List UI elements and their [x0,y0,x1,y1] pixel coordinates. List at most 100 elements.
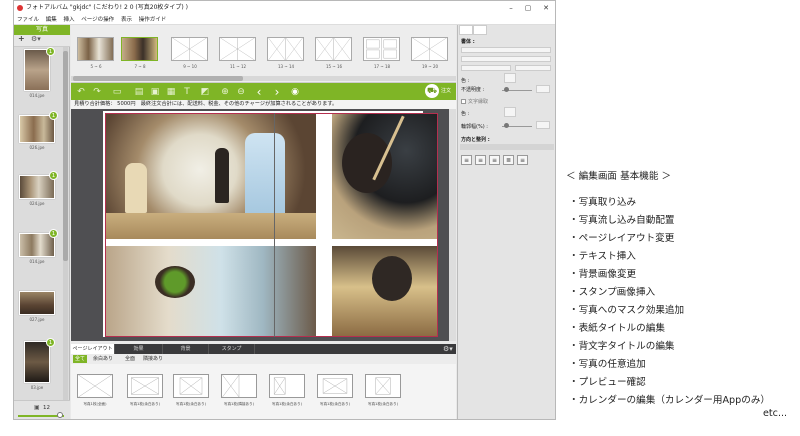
slider-handle[interactable] [504,87,509,92]
photo-list-item[interactable]: 03.jpe 1 [19,338,55,391]
tab-page-layout[interactable]: ページレイアウト [71,344,115,354]
filter-full[interactable]: 全面 [123,355,137,363]
gear-icon[interactable]: ⚙▾ [31,35,41,43]
image-icon[interactable]: ◩ [199,86,211,98]
feature-item: ・カレンダーの編集（カレンダー用Appのみ） [569,395,771,406]
feature-etc: etc... [763,408,788,419]
minimize-button[interactable]: – [504,1,518,15]
spread-thumbnail[interactable]: 17 ~ 18 [363,35,401,72]
layout-option[interactable]: 写真1枚(余白あり) [171,374,211,408]
photo-frame-icon[interactable]: ▣ [149,86,161,98]
menu-edit[interactable]: 編集 [46,17,57,23]
slider-handle[interactable] [57,412,63,418]
tab-effects[interactable]: 効果 [115,344,163,354]
layout-option[interactable]: 写真1枚(余白あり) [125,374,165,408]
justify-icon[interactable]: ≡ [517,155,528,165]
menu-insert[interactable]: 挿入 [64,17,75,23]
layout-option[interactable]: 写真1枚(隣接あり) [219,374,259,408]
font-style-select[interactable] [461,56,551,62]
close-button[interactable]: ✕ [539,1,553,15]
outline-label: 文字縁取 [468,99,489,105]
layout-option[interactable]: 写真1枚(余白あり) [363,374,403,408]
feature-item: ・写真へのマスク効果追加 [569,305,685,316]
photo-panel-footer: ▣ 12 [14,400,70,419]
maximize-button[interactable]: ▢ [521,1,535,15]
photo-count: 12 [43,405,50,411]
redo-icon[interactable]: ↷ [91,86,103,98]
spread-strip-scrollbar[interactable] [71,76,456,81]
zoom-out-icon[interactable]: ⊖ [235,86,247,98]
photo-list-item[interactable]: 024.jpe 1 [19,171,58,207]
align-right-icon[interactable]: ≡ [489,155,500,165]
spread-thumbnail-selected[interactable]: 7 ~ 8 [121,35,159,72]
align-left-icon[interactable]: ≡ [461,155,472,165]
spread-thumbnail[interactable]: 11 ~ 12 [219,35,257,72]
text-color-swatch[interactable] [504,73,516,83]
feature-item: ・背景画像変更 [569,269,637,280]
photo-list-item[interactable]: 014.jpe 1 [19,47,55,99]
outline-checkbox[interactable] [461,99,466,104]
properties-tab[interactable] [459,25,473,35]
feature-item: ・写真流し込み自動配置 [569,215,675,226]
spread-thumbnail[interactable]: 19 ~ 20 [411,35,449,72]
stamp-icon[interactable]: ▦ [165,86,177,98]
previous-page-icon[interactable]: ‹ [253,86,265,98]
vertical-text-icon[interactable]: ≣ [503,155,514,165]
tab-stamp[interactable]: スタンプ [209,344,255,354]
next-page-icon[interactable]: › [271,86,283,98]
zoom-in-icon[interactable]: ⊕ [219,86,231,98]
app-icon [17,5,23,11]
used-count-badge: 1 [46,47,55,56]
layout-option[interactable]: 写真1枚(余白あり) [315,374,355,408]
properties-panel: 書体 : 色 : 不透明度 : 文字縁取 色 : 輪郭幅(%) : 方向と整列 … [457,25,555,419]
used-count-badge: 1 [49,171,58,180]
add-photo-button[interactable]: + [18,34,25,43]
page-border [105,113,438,337]
spread-thumbnail[interactable]: 15 ~ 16 [315,35,353,72]
undo-icon[interactable]: ↶ [75,86,87,98]
font-size-select[interactable] [461,65,511,71]
cart-icon[interactable]: ⛟ [425,84,439,98]
layout-option[interactable]: 写真1枚(余白あり) [267,374,307,408]
used-count-badge: 1 [49,229,58,238]
photo-list-item[interactable]: 026.jpe 1 [19,111,58,151]
feature-item: ・表紙タイトルの編集 [569,323,665,334]
spread-thumbnail[interactable]: 5 ~ 6 [77,35,115,72]
menu-page-ops[interactable]: ページの操作 [81,17,114,23]
editor-toolbar: ↶ ↷ ▭ ▤ ▣ ▦ T ◩ ⊕ ⊖ ‹ › ◉ ⛟ 注文 [71,83,456,100]
spread-thumbnail[interactable]: 13 ~ 14 [267,35,305,72]
tab-background[interactable]: 背景 [163,344,209,354]
text-box-icon[interactable]: ▤ [133,86,145,98]
align-label: 方向と整列 : [461,137,490,143]
font-select[interactable] [461,47,551,53]
align-center-icon[interactable]: ≡ [475,155,486,165]
filter-margin[interactable]: 余白あり [91,355,115,363]
menu-view[interactable]: 表示 [121,17,132,23]
properties-tab[interactable] [473,25,487,35]
filter-adjacent[interactable]: 隣接あり [141,355,165,363]
outline-width-input[interactable] [536,121,550,129]
photo-panel-scrollbar[interactable] [63,47,68,407]
bottom-panel-tabs: ページレイアウト 効果 背景 スタンプ ⚙▾ [71,344,456,354]
menu-file[interactable]: ファイル [17,17,39,23]
canvas-scrollbar[interactable] [449,109,456,341]
preview-eye-icon[interactable]: ◉ [289,86,301,98]
feature-item: ・テキスト挿入 [569,251,636,262]
menu-guide[interactable]: 操作ガイド [139,17,167,23]
menu-bar: ファイル 編集 挿入 ページの操作 表示 操作ガイド [14,15,555,25]
outline-color-swatch[interactable] [504,107,516,117]
photo-panel-toolbar: + ⚙▾ [14,34,70,47]
order-label[interactable]: 注文 [441,87,451,94]
photo-list-item[interactable]: 027.jpe [19,291,55,323]
gear-icon[interactable]: ⚙▾ [443,345,453,353]
spread-thumbnail[interactable]: 9 ~ 10 [171,35,209,72]
text-insert-icon[interactable]: T [181,86,193,98]
font-weight-select[interactable] [515,65,551,71]
photo-list-item[interactable]: 014.jpe 1 [19,229,58,265]
filter-all[interactable]: 全て [73,355,88,363]
opacity-input[interactable] [536,85,550,93]
save-icon[interactable]: ▭ [111,86,123,98]
layout-option[interactable]: 写真1枚(全面) [75,374,115,408]
slider-handle[interactable] [504,123,509,128]
editing-canvas [71,109,456,341]
